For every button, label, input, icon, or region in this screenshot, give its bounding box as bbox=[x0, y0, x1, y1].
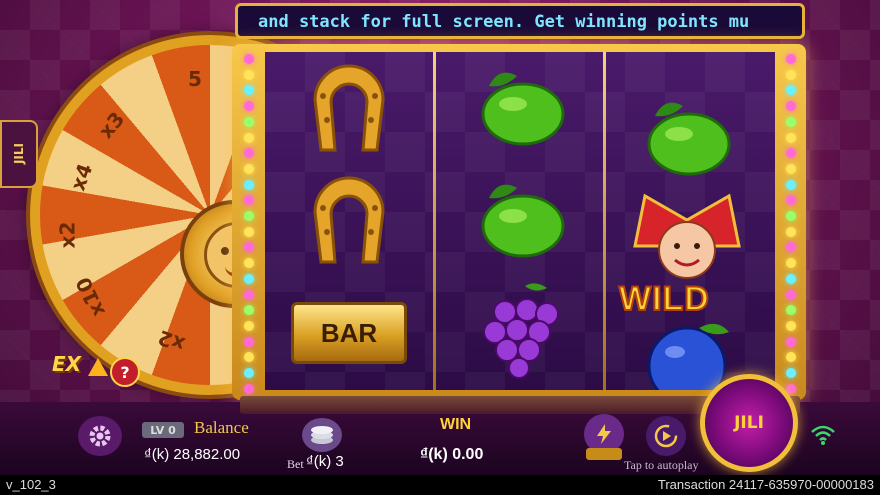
autoplay-icon bbox=[654, 424, 678, 448]
marquee-light bbox=[786, 368, 796, 379]
turbo-indicator bbox=[586, 448, 622, 460]
wheel-multiplier: 5 bbox=[188, 67, 202, 91]
reel-divider bbox=[603, 52, 606, 390]
wheel-multiplier: x2 bbox=[55, 221, 80, 249]
marquee-light bbox=[786, 116, 796, 127]
transaction-id: Transaction 24117-635970-00000183 bbox=[657, 477, 874, 492]
wheel-multiplier: x10 bbox=[70, 273, 110, 321]
level-badge: LV 0 bbox=[142, 422, 184, 438]
marquee-light bbox=[786, 54, 796, 64]
marquee-light bbox=[244, 69, 254, 80]
extra-bet-button[interactable]: EX bbox=[52, 350, 114, 388]
marquee-light bbox=[244, 336, 254, 347]
wheel-multiplier: x4 bbox=[65, 160, 98, 194]
marquee-light bbox=[786, 132, 796, 143]
wheel-multiplier: x3 bbox=[93, 107, 130, 143]
spin-jili-label: JILI bbox=[734, 413, 764, 433]
marquee-light bbox=[244, 116, 254, 127]
coin-stack-icon bbox=[311, 426, 333, 444]
marquee-light bbox=[786, 258, 796, 269]
status-footer: v_102_3 Transaction 24117-635970-0000018… bbox=[0, 475, 880, 495]
bet-chips-button[interactable] bbox=[302, 418, 342, 452]
autoplay-hint: Tap to autoplay bbox=[624, 458, 699, 472]
bar-symbol: BAR bbox=[291, 302, 407, 364]
right-light-strip bbox=[782, 54, 800, 394]
marquee-light bbox=[786, 148, 796, 159]
win-label: WIN bbox=[440, 416, 472, 433]
info-ticker: and stack for full screen. Get winning p… bbox=[235, 3, 805, 39]
marquee-light bbox=[244, 258, 254, 269]
marquee-light bbox=[244, 352, 254, 363]
marquee-light bbox=[786, 85, 796, 96]
marquee-light bbox=[244, 305, 254, 316]
marquee-light bbox=[244, 273, 254, 284]
lightning-icon bbox=[597, 424, 611, 444]
help-button[interactable]: ? bbox=[110, 357, 140, 387]
grapes-icon bbox=[483, 283, 559, 379]
bet-label: Bet bbox=[287, 457, 304, 471]
horseshoe-icon bbox=[313, 64, 385, 152]
marquee-light bbox=[244, 54, 254, 64]
wild-label: WILD bbox=[618, 279, 710, 319]
version-label: v_102_3 bbox=[6, 477, 56, 492]
reel-divider bbox=[433, 52, 436, 390]
marquee-light bbox=[244, 289, 254, 300]
autoplay-button[interactable] bbox=[646, 416, 686, 456]
wild-jester-icon bbox=[633, 193, 741, 279]
marquee-light bbox=[244, 226, 254, 237]
bet-value: ₫(k) 3 bbox=[306, 453, 344, 470]
marquee-light bbox=[244, 85, 254, 96]
settings-button[interactable] bbox=[78, 416, 122, 456]
marquee-light bbox=[244, 148, 254, 159]
plum-icon bbox=[647, 323, 729, 390]
lime-icon bbox=[647, 102, 731, 176]
ticker-text: and stack for full screen. Get winning p… bbox=[258, 12, 750, 32]
marquee-light bbox=[786, 226, 796, 237]
marquee-light bbox=[786, 179, 796, 190]
lime-icon bbox=[481, 184, 565, 258]
marquee-light bbox=[786, 289, 796, 300]
marquee-light bbox=[244, 242, 254, 253]
marquee-light bbox=[244, 163, 254, 174]
marquee-light bbox=[786, 195, 796, 206]
jili-side-tab[interactable]: JILI bbox=[0, 120, 38, 188]
reel-area: BAR WILD bbox=[265, 52, 775, 390]
marquee-light bbox=[786, 211, 796, 222]
marquee-light bbox=[244, 211, 254, 222]
left-light-strip bbox=[240, 54, 258, 394]
spin-button[interactable]: JILI bbox=[700, 374, 798, 472]
wheel-multiplier: x2 bbox=[154, 325, 189, 357]
marquee-light bbox=[244, 179, 254, 190]
marquee-light bbox=[244, 132, 254, 143]
horseshoe-icon bbox=[313, 176, 385, 264]
marquee-light bbox=[786, 163, 796, 174]
marquee-light bbox=[786, 320, 796, 331]
marquee-light bbox=[244, 368, 254, 379]
marquee-light bbox=[786, 69, 796, 80]
marquee-light bbox=[786, 242, 796, 253]
marquee-light bbox=[244, 320, 254, 331]
gear-icon bbox=[89, 425, 111, 447]
marquee-light bbox=[244, 195, 254, 206]
lime-icon bbox=[481, 72, 565, 146]
wifi-icon bbox=[811, 425, 835, 445]
balance-label: Balance bbox=[194, 418, 249, 437]
up-arrow-icon bbox=[88, 358, 108, 376]
bar-label: BAR bbox=[320, 317, 378, 348]
marquee-light bbox=[786, 101, 796, 112]
marquee-light bbox=[786, 305, 796, 316]
jili-tab-label: JILI bbox=[12, 143, 26, 165]
marquee-light bbox=[244, 383, 254, 394]
ex-label: EX bbox=[52, 352, 82, 376]
marquee-light bbox=[786, 336, 796, 347]
balance-value: ₫(k) 28,882.00 bbox=[144, 446, 241, 463]
marquee-light bbox=[786, 273, 796, 284]
marquee-light bbox=[244, 101, 254, 112]
win-value: ₫(k) 0.00 bbox=[420, 446, 484, 463]
marquee-light bbox=[786, 352, 796, 363]
